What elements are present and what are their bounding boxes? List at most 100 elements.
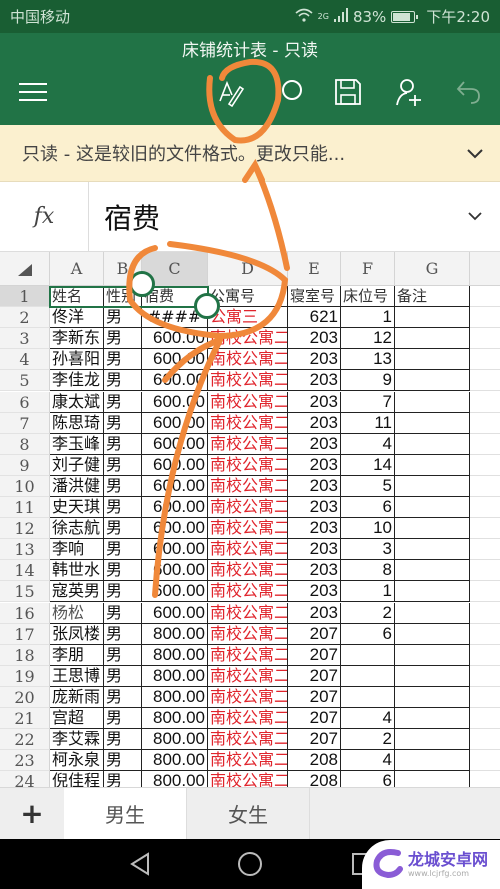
cell-room[interactable]: 203 bbox=[288, 497, 341, 519]
cell-note[interactable] bbox=[395, 391, 470, 413]
cell-apt[interactable]: 南校公寓二 bbox=[208, 750, 288, 772]
cell-name[interactable]: 李艾霖 bbox=[50, 729, 104, 751]
cell-empty[interactable] bbox=[470, 603, 500, 624]
cell-apt[interactable]: 南校公寓二 bbox=[208, 328, 288, 350]
header-cell[interactable]: 床位号 bbox=[341, 286, 395, 308]
cell-apt[interactable]: 南校公寓二 bbox=[208, 581, 288, 603]
cell-bed[interactable]: 11 bbox=[341, 412, 395, 434]
cell-gender[interactable]: 男 bbox=[104, 412, 142, 434]
cell-note[interactable] bbox=[395, 433, 470, 455]
cell-note[interactable] bbox=[395, 560, 470, 582]
row-header[interactable]: 21 bbox=[0, 708, 50, 730]
selection-handle-end[interactable] bbox=[194, 293, 220, 319]
select-all-corner[interactable] bbox=[0, 252, 50, 286]
cell-apt[interactable]: 南校公寓二 bbox=[208, 729, 288, 751]
cell-apt[interactable]: 南校公寓二 bbox=[208, 475, 288, 497]
cell-empty[interactable] bbox=[470, 518, 500, 540]
cell-room[interactable]: 207 bbox=[288, 708, 341, 730]
cell-name[interactable]: 寇英男 bbox=[50, 581, 104, 603]
cell-empty[interactable] bbox=[470, 539, 500, 561]
cell-apt[interactable]: 南校公寓二 bbox=[208, 412, 288, 434]
cell-name[interactable]: 孙喜阳 bbox=[50, 349, 104, 371]
cell-fee[interactable]: 600.00 bbox=[142, 602, 208, 624]
chevron-down-icon[interactable] bbox=[450, 143, 500, 164]
cell-bed[interactable]: 14 bbox=[341, 454, 395, 476]
cell-name[interactable]: 李朋 bbox=[50, 644, 104, 666]
cell-empty[interactable] bbox=[470, 708, 500, 730]
cell-gender[interactable]: 男 bbox=[104, 581, 142, 603]
header-cell[interactable]: 公寓号 bbox=[208, 286, 288, 308]
row-header[interactable]: 9 bbox=[0, 454, 50, 476]
cell-gender[interactable]: 男 bbox=[104, 665, 142, 687]
cell-bed[interactable]: 6 bbox=[341, 771, 395, 787]
formula-input[interactable]: 宿费 bbox=[89, 182, 450, 251]
row-header[interactable]: 15 bbox=[0, 581, 50, 603]
cell-bed[interactable]: 8 bbox=[341, 560, 395, 582]
cell-name[interactable]: 王思博 bbox=[50, 665, 104, 687]
cell-room[interactable]: 207 bbox=[288, 686, 341, 708]
cell-room[interactable]: 203 bbox=[288, 412, 341, 434]
cell-name[interactable]: 刘子健 bbox=[50, 454, 104, 476]
cell-fee[interactable]: 600.00 bbox=[142, 412, 208, 434]
row-header[interactable]: 18 bbox=[0, 644, 50, 666]
cell-fee[interactable]: 600.00 bbox=[142, 497, 208, 519]
cell-note[interactable] bbox=[395, 412, 470, 434]
cell-fee[interactable]: 600.00 bbox=[142, 433, 208, 455]
cell-apt[interactable]: 南校公寓二 bbox=[208, 539, 288, 561]
column-header-h[interactable] bbox=[470, 252, 500, 286]
cell-bed[interactable] bbox=[341, 644, 395, 666]
cell-name[interactable]: 徐志航 bbox=[50, 518, 104, 540]
cell-apt[interactable]: 南校公寓二 bbox=[208, 686, 288, 708]
cell-empty[interactable] bbox=[470, 455, 500, 476]
cell-gender[interactable]: 男 bbox=[104, 370, 142, 392]
cell-room[interactable]: 207 bbox=[288, 729, 341, 751]
row-header[interactable]: 5 bbox=[0, 370, 50, 392]
cell-bed[interactable]: 1 bbox=[341, 581, 395, 603]
cell-gender[interactable]: 男 bbox=[104, 328, 142, 350]
cell-name[interactable]: 庞新雨 bbox=[50, 686, 104, 708]
cell-fee[interactable]: 800.00 bbox=[142, 729, 208, 751]
cell-name[interactable]: 李玉峰 bbox=[50, 433, 104, 455]
column-header-f[interactable]: F bbox=[341, 252, 395, 286]
cell-room[interactable]: 621 bbox=[288, 307, 341, 329]
cell-note[interactable] bbox=[395, 623, 470, 645]
row-header[interactable]: 3 bbox=[0, 328, 50, 350]
row-header[interactable]: 12 bbox=[0, 518, 50, 540]
cell-room[interactable]: 207 bbox=[288, 644, 341, 666]
cell-room[interactable]: 203 bbox=[288, 560, 341, 582]
cell-room[interactable]: 203 bbox=[288, 602, 341, 624]
cell-name[interactable]: 李佳龙 bbox=[50, 370, 104, 392]
cell-note[interactable] bbox=[395, 771, 470, 787]
cell-gender[interactable]: 男 bbox=[104, 433, 142, 455]
cell-apt[interactable]: 南校公寓二 bbox=[208, 665, 288, 687]
cell-apt[interactable]: 南校公寓二 bbox=[208, 644, 288, 666]
cell-fee[interactable]: 800.00 bbox=[142, 686, 208, 708]
home-icon[interactable] bbox=[235, 849, 265, 879]
row-header[interactable]: 4 bbox=[0, 349, 50, 371]
expand-formula-icon[interactable] bbox=[450, 182, 500, 251]
cell-note[interactable] bbox=[395, 349, 470, 371]
cell-gender[interactable]: 男 bbox=[104, 708, 142, 730]
cell-bed[interactable]: 12 bbox=[341, 328, 395, 350]
row-header[interactable]: 22 bbox=[0, 729, 50, 751]
cell-fee[interactable]: 800.00 bbox=[142, 644, 208, 666]
row-header[interactable]: 1 bbox=[0, 286, 50, 308]
cell-apt[interactable]: 南校公寓二 bbox=[208, 349, 288, 371]
cell-room[interactable]: 207 bbox=[288, 665, 341, 687]
cell-bed[interactable]: 5 bbox=[341, 475, 395, 497]
cell-bed[interactable]: 4 bbox=[341, 433, 395, 455]
cell-room[interactable]: 203 bbox=[288, 539, 341, 561]
cell-apt[interactable]: 南校公寓二 bbox=[208, 560, 288, 582]
column-header-d[interactable]: D bbox=[208, 252, 288, 286]
column-header-g[interactable]: G bbox=[395, 252, 470, 286]
back-icon[interactable] bbox=[125, 849, 155, 879]
cell-room[interactable]: 208 bbox=[288, 771, 341, 787]
cell-gender[interactable]: 男 bbox=[104, 454, 142, 476]
cell-note[interactable] bbox=[395, 518, 470, 540]
cell-apt[interactable]: 公寓三 bbox=[208, 307, 288, 329]
sheet-tab-girls[interactable]: 女生 bbox=[187, 788, 310, 839]
cell-note[interactable] bbox=[395, 602, 470, 624]
cell-name[interactable]: 李响 bbox=[50, 539, 104, 561]
cell-empty[interactable] bbox=[470, 624, 500, 645]
cell-empty[interactable] bbox=[470, 687, 500, 708]
